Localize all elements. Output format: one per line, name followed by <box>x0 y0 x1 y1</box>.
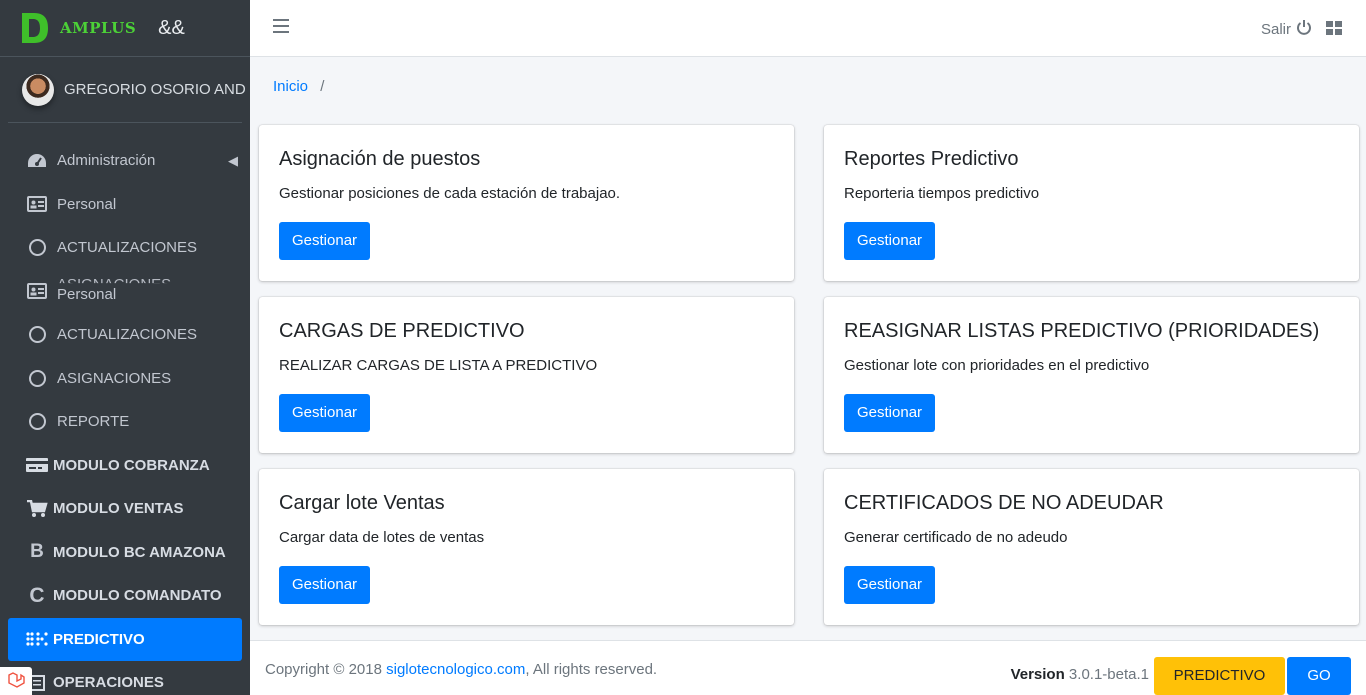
sidebar-item-administracion[interactable]: Administración ◀ <box>0 139 250 183</box>
chevron-left-icon: ◀ <box>228 153 238 168</box>
card-certificados-no-adeudar: CERTIFICADOS DE NO ADEUDAR Generar certi… <box>824 469 1359 625</box>
cart-icon <box>26 499 48 519</box>
grid-apps-icon[interactable] <box>1326 21 1342 35</box>
bitcoin-icon: B <box>30 541 44 563</box>
money-icon <box>26 455 48 475</box>
sidebar-item-predictivo[interactable]: PREDICTIVO <box>8 617 242 661</box>
braille-icon <box>26 629 48 649</box>
sidebar-item-actualizaciones-2[interactable]: ACTUALIZACIONES <box>0 313 250 357</box>
laravel-icon[interactable] <box>0 667 32 695</box>
go-button[interactable]: GO <box>1287 657 1351 695</box>
sidebar-item-operaciones[interactable]: OPERACIONES <box>0 661 250 695</box>
card-text: Gestionar posiciones de cada estación de… <box>279 185 621 202</box>
sidebar-item-label: MODULO VENTAS <box>53 500 184 518</box>
version-info: Version 3.0.1-beta.1 <box>1011 666 1149 683</box>
sidebar-item-modulo-bc-amazona[interactable]: B MODULO BC AMAZONA <box>0 531 250 575</box>
card-title: Asignación de puestos <box>279 148 481 170</box>
sidebar-item-modulo-comandato[interactable]: C MODULO COMANDATO <box>0 574 250 618</box>
id-card-icon <box>26 281 48 301</box>
sidebar: AMPLUS && GREGORIO OSORIO AND Administra… <box>0 0 250 695</box>
version-label: Version <box>1010 666 1065 683</box>
id-card-icon <box>26 194 48 214</box>
avatar[interactable] <box>22 73 54 106</box>
sidebar-item-modulo-ventas[interactable]: MODULO VENTAS <box>0 487 250 531</box>
sidebar-item-personal-overlap[interactable]: ASIGNACIONES Personal <box>0 270 250 314</box>
footer: Copyright © 2018 siglotecnologico.com, A… <box>250 640 1366 695</box>
card-asignacion-puestos: Asignación de puestos Gestionar posicion… <box>259 125 794 281</box>
breadcrumb-separator: / <box>320 78 325 95</box>
card-title: REASIGNAR LISTAS PREDICTIVO (PRIORIDADES… <box>844 320 1320 342</box>
card-title: Cargar lote Ventas <box>279 492 445 514</box>
brand-extra: && <box>158 16 185 39</box>
logout-label: Salir <box>1260 20 1291 38</box>
sidebar-item-label: MODULO BC AMAZONA <box>53 543 226 561</box>
gestionar-button[interactable]: Gestionar <box>279 394 371 432</box>
footer-link[interactable]: siglotecnologico.com <box>386 661 525 678</box>
sidebar-item-label: OPERACIONES <box>53 674 164 692</box>
sidebar-item-label: PREDICTIVO <box>53 630 145 648</box>
brand[interactable]: AMPLUS && <box>0 0 250 57</box>
sidebar-item-label: ACTUALIZACIONES <box>57 239 198 257</box>
logout-button[interactable]: Salir <box>1261 19 1312 39</box>
gestionar-button[interactable]: Gestionar <box>279 222 371 260</box>
tachometer-icon <box>26 151 48 171</box>
circle-icon <box>26 325 48 345</box>
c-icon: C <box>29 583 45 607</box>
card-text: Reporteria tiempos predictivo <box>844 185 1040 202</box>
card-title: CARGAS DE PREDICTIVO <box>279 320 525 342</box>
user-name[interactable]: GREGORIO OSORIO AND <box>64 81 246 98</box>
brand-name: AMPLUS <box>60 19 137 37</box>
gestionar-button[interactable]: Gestionar <box>844 394 936 432</box>
circle-icon <box>26 368 48 388</box>
version-value: 3.0.1-beta.1 <box>1064 666 1149 683</box>
power-icon <box>1296 19 1312 39</box>
card-text: REALIZAR CARGAS DE LISTA A PREDICTIVO <box>279 357 598 374</box>
card-text: Cargar data de lotes de ventas <box>279 529 485 546</box>
sidebar-item-label: Personal <box>57 195 117 213</box>
sidebar-item-personal[interactable]: Personal <box>0 183 250 227</box>
hamburger-menu-icon[interactable] <box>273 19 289 33</box>
sidebar-item-reporte[interactable]: REPORTE <box>0 400 250 444</box>
copyright: Copyright © 2018 siglotecnologico.com, A… <box>265 661 657 678</box>
sidebar-item-label: Personal <box>57 285 117 303</box>
predictivo-button[interactable]: PREDICTIVO <box>1154 657 1285 695</box>
sidebar-item-label: ACTUALIZACIONES <box>57 326 198 344</box>
card-title: Reportes Predictivo <box>844 148 1019 170</box>
user-panel[interactable]: GREGORIO OSORIO AND <box>8 57 246 123</box>
sidebar-item-label: REPORTE <box>57 413 130 431</box>
sidebar-item-actualizaciones[interactable]: ACTUALIZACIONES <box>0 226 250 270</box>
sidebar-item-label: Administración <box>57 152 156 170</box>
breadcrumb: Inicio / <box>273 78 324 95</box>
sidebar-nav: Administración ◀ Personal ACTUALIZACIONE… <box>0 123 250 695</box>
gestionar-button[interactable]: Gestionar <box>279 566 371 604</box>
sidebar-item-modulo-cobranza[interactable]: MODULO COBRANZA <box>0 444 250 488</box>
copyright-prefix: Copyright © 2018 <box>265 661 387 678</box>
circle-icon <box>26 238 48 258</box>
topbar: Salir <box>250 0 1366 57</box>
card-reasignar-listas: REASIGNAR LISTAS PREDICTIVO (PRIORIDADES… <box>824 297 1359 453</box>
circle-icon <box>26 412 48 432</box>
sidebar-item-asignaciones[interactable]: ASIGNACIONES <box>0 357 250 401</box>
copyright-suffix: , All rights reserved. <box>525 661 658 678</box>
gestionar-button[interactable]: Gestionar <box>844 222 936 260</box>
card-text: Generar certificado de no adeudo <box>844 529 1068 546</box>
card-text: Gestionar lote con prioridades en el pre… <box>844 357 1150 374</box>
sidebar-item-label: ASIGNACIONES <box>57 369 172 387</box>
card-reportes-predictivo: Reportes Predictivo Reporteria tiempos p… <box>824 125 1359 281</box>
card-cargar-lote-ventas: Cargar lote Ventas Cargar data de lotes … <box>259 469 794 625</box>
breadcrumb-home-link[interactable]: Inicio <box>273 78 308 95</box>
card-cargas-predictivo: CARGAS DE PREDICTIVO REALIZAR CARGAS DE … <box>259 297 794 453</box>
gestionar-button[interactable]: Gestionar <box>844 566 936 604</box>
brand-logo-icon <box>20 11 50 45</box>
sidebar-item-label: MODULO COMANDATO <box>53 587 222 605</box>
sidebar-item-label: MODULO COBRANZA <box>53 456 210 474</box>
card-title: CERTIFICADOS DE NO ADEUDAR <box>844 492 1164 514</box>
